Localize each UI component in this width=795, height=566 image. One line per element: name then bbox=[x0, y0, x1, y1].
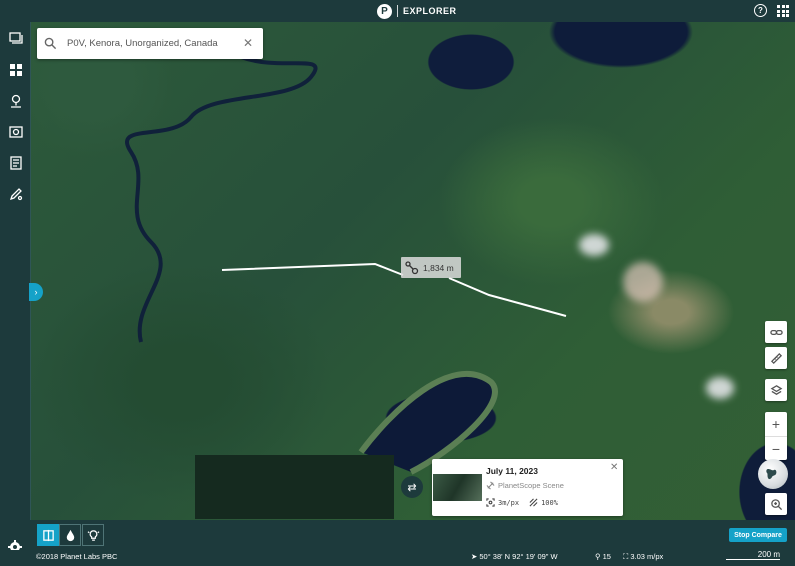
scene-resolution: 3m/px bbox=[498, 498, 520, 507]
split-view-mode-button[interactable] bbox=[37, 524, 59, 546]
app-brand: P EXPLORER bbox=[377, 3, 457, 19]
highlight-mode-button[interactable] bbox=[82, 524, 104, 546]
scene-type: PlanetScope Scene bbox=[486, 481, 564, 490]
coverage-icon bbox=[529, 498, 538, 507]
zoom-search-button[interactable] bbox=[765, 493, 787, 515]
split-view-icon bbox=[42, 529, 54, 541]
scene-date: July 11, 2023 bbox=[486, 466, 538, 476]
coordinates-readout: ➤ 50° 38' N 92° 19' 09" W bbox=[471, 552, 558, 561]
scene-card[interactable]: July 11, 2023 ✕ PlanetScope Scene 3m/px … bbox=[432, 459, 623, 516]
zoom-in-button[interactable]: + bbox=[765, 412, 787, 436]
top-bar: P EXPLORER ? bbox=[0, 0, 795, 22]
location-pin-icon[interactable] bbox=[7, 92, 24, 109]
apps-grid-icon[interactable] bbox=[777, 5, 789, 17]
scene-thumbnail bbox=[433, 474, 482, 501]
image-search-icon[interactable] bbox=[7, 123, 24, 140]
compare-left-panel[interactable] bbox=[195, 455, 394, 519]
copyright-text: ©2018 Planet Labs PBC bbox=[36, 552, 118, 561]
magnifier-small-icon: ⚲ bbox=[595, 552, 603, 561]
globe-icon[interactable] bbox=[758, 459, 788, 489]
opacity-drop-icon bbox=[66, 529, 74, 541]
help-circle-icon[interactable]: ? bbox=[754, 4, 767, 17]
ruler-icon bbox=[770, 352, 782, 364]
clear-search-icon[interactable]: ✕ bbox=[243, 37, 253, 49]
link-icon bbox=[769, 329, 783, 335]
status-bar: ©2018 Planet Labs PBC ➤ 50° 38' N 92° 19… bbox=[0, 550, 795, 566]
stop-compare-button[interactable]: Stop Compare bbox=[729, 528, 787, 542]
distance-label[interactable]: 1,834 m bbox=[401, 257, 461, 278]
bottom-toolbar bbox=[0, 520, 795, 550]
satellite-icon bbox=[486, 481, 495, 490]
swap-compare-button[interactable]: ⇄ bbox=[401, 476, 423, 498]
lightbulb-icon bbox=[87, 529, 99, 541]
drawing-tool-icon[interactable] bbox=[7, 185, 24, 202]
close-scene-icon[interactable]: ✕ bbox=[610, 462, 618, 473]
location-search-box[interactable]: ✕ bbox=[37, 28, 263, 59]
zoom-level-value: 15 bbox=[602, 552, 611, 561]
search-input[interactable] bbox=[67, 38, 237, 49]
zoom-level-readout: ⚲ 15 bbox=[595, 552, 611, 561]
document-list-icon[interactable] bbox=[7, 154, 24, 171]
resolution-icon bbox=[486, 498, 495, 507]
scale-bar: 200 m bbox=[726, 550, 780, 560]
scene-type-label: PlanetScope Scene bbox=[498, 481, 564, 490]
zoom-out-button[interactable]: − bbox=[765, 436, 787, 460]
route-measure-icon bbox=[405, 260, 419, 274]
planet-logo-icon: P bbox=[377, 3, 392, 19]
brand-separator bbox=[397, 5, 398, 17]
zoom-controls: + − bbox=[765, 412, 787, 460]
layers-icon bbox=[770, 384, 782, 395]
link-button[interactable] bbox=[765, 321, 787, 343]
resolution-value: 3.03 m/px bbox=[630, 552, 664, 561]
layers-stack-icon[interactable] bbox=[7, 30, 24, 47]
search-icon bbox=[44, 37, 57, 50]
distance-value: 1,834 m bbox=[423, 262, 454, 273]
scene-coverage: 100% bbox=[541, 498, 558, 507]
scene-meta: 3m/px 100% bbox=[486, 498, 558, 507]
mosaic-grid-icon[interactable] bbox=[7, 61, 24, 78]
layers-button[interactable] bbox=[765, 379, 787, 401]
app-title: EXPLORER bbox=[403, 6, 457, 16]
opacity-mode-button[interactable] bbox=[59, 524, 81, 546]
resolution-readout: ⛶ 3.03 m/px bbox=[623, 552, 663, 562]
ruler-button[interactable] bbox=[765, 347, 787, 369]
coordinates-value: 50° 38' N 92° 19' 09" W bbox=[479, 552, 558, 561]
left-sidebar bbox=[0, 22, 31, 550]
magnifier-icon bbox=[770, 498, 782, 510]
